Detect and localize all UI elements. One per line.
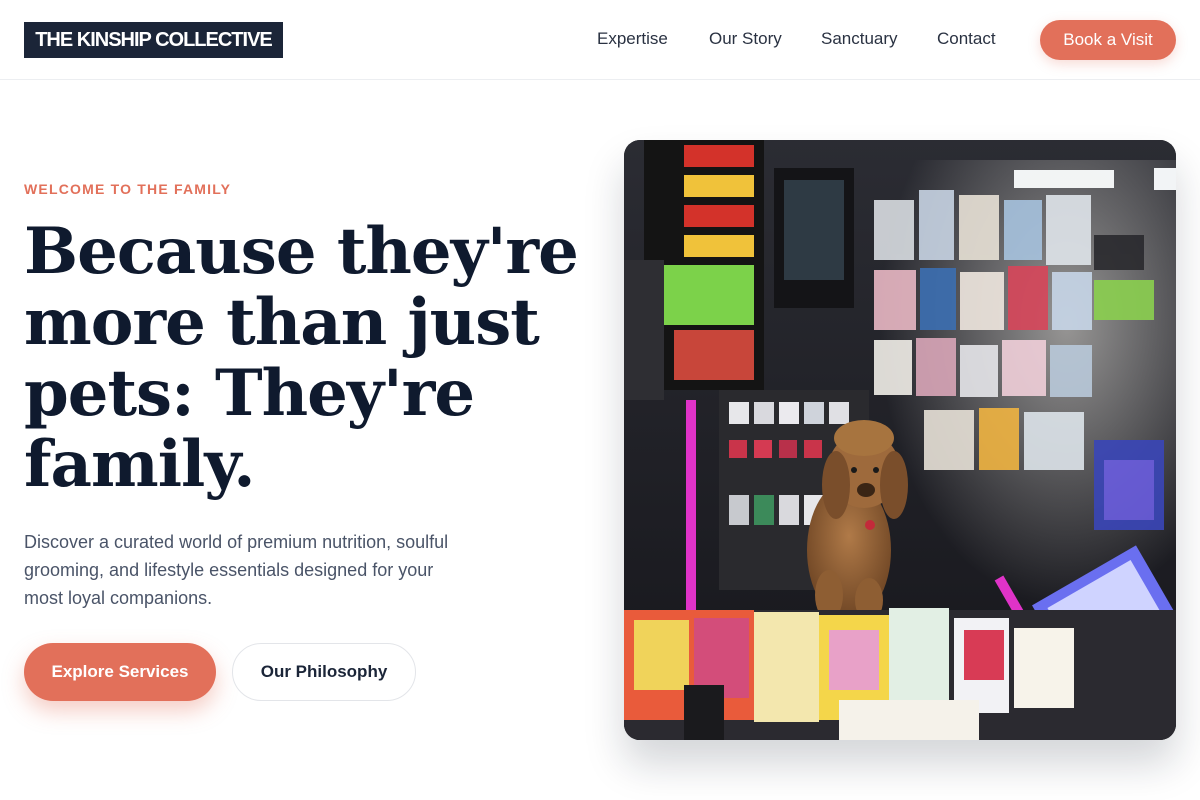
- hero-subtext: Discover a curated world of premium nutr…: [24, 532, 449, 608]
- site-header: THE KINSHIP COLLECTIVE Expertise Our Sto…: [0, 0, 1200, 80]
- our-philosophy-button[interactable]: Our Philosophy: [232, 643, 416, 701]
- hero-eyebrow: WELCOME TO THE FAMILY: [24, 181, 232, 197]
- book-a-visit-button[interactable]: Book a Visit: [1040, 20, 1176, 60]
- explore-services-button[interactable]: Explore Services: [24, 643, 216, 701]
- nav-link-our-story[interactable]: Our Story: [709, 29, 782, 49]
- hero-image-dog-in-shop: [624, 140, 1176, 740]
- hero-headline: Because they're more than just pets: The…: [24, 214, 579, 502]
- nav-link-expertise[interactable]: Expertise: [597, 29, 668, 49]
- brand-logo[interactable]: THE KINSHIP COLLECTIVE: [24, 22, 283, 58]
- nav-link-sanctuary[interactable]: Sanctuary: [821, 29, 898, 49]
- nav-link-contact[interactable]: Contact: [937, 29, 996, 49]
